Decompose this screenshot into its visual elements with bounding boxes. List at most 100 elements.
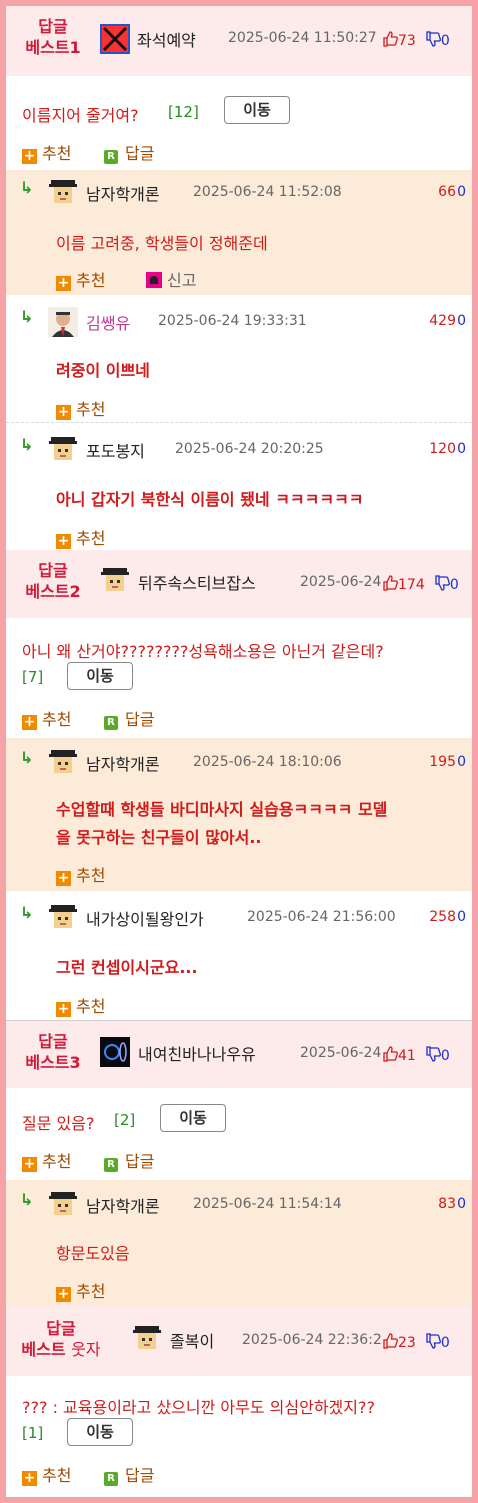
report-label: 신고 [167, 271, 197, 290]
nickname[interactable]: 뒤주속스티브잡스 [138, 570, 256, 594]
recommend-label: 추천 [76, 1282, 106, 1301]
downvote-count: 0 [449, 577, 459, 593]
student-avatar-icon [49, 437, 77, 460]
downvote-count: 0 [457, 313, 466, 329]
thumbs-down-icon[interactable] [425, 1333, 441, 1349]
move-button[interactable]: 이동 [160, 1104, 226, 1132]
reply-button[interactable]: R 답글 [104, 1462, 154, 1486]
downvote-count: 0 [440, 33, 450, 49]
best-comment-body: 질문 있음? [2] 이동 + 추천 R 답글 [6, 1088, 472, 1180]
student-avatar-icon [49, 1192, 77, 1215]
reply-button[interactable]: R 답글 [104, 140, 154, 164]
recommend-button[interactable]: + 추천 [56, 267, 105, 291]
recommend-button[interactable]: + 추천 [22, 1148, 71, 1172]
recommend-button[interactable]: + 추천 [56, 862, 105, 886]
thumbs-up-icon[interactable] [382, 575, 398, 591]
avatar[interactable] [100, 24, 130, 54]
avatar[interactable] [132, 1324, 162, 1354]
avatar[interactable] [100, 1037, 130, 1067]
plus-icon: + [56, 404, 71, 420]
reply-arrow-icon: ↳ [20, 178, 34, 197]
downvote-count: 0 [440, 1048, 450, 1064]
recommend-button[interactable]: + 추천 [56, 993, 105, 1017]
reply-arrow-icon: ↳ [20, 1190, 34, 1209]
comment-text: 이름 고려중, 학생들이 정해준데 [56, 234, 268, 253]
timestamp: 2025-06-24 11:52:08 [193, 184, 342, 200]
avatar[interactable] [48, 1190, 78, 1220]
upvote-count: 73 [398, 33, 416, 49]
comment-text: 이름지어 줄거여? [22, 106, 139, 125]
nickname[interactable]: 남자학개론 [86, 751, 160, 775]
upvote-count: 195 [429, 754, 456, 770]
move-button[interactable]: 이동 [224, 96, 290, 124]
vote-box: 73 0 [382, 30, 450, 49]
reply-arrow-icon: ↳ [20, 748, 34, 767]
upvote-count: 258 [429, 909, 456, 925]
upvote-count: 23 [398, 1335, 416, 1351]
nickname[interactable]: 남자학개론 [86, 181, 160, 205]
recommend-label: 추천 [76, 400, 106, 419]
nickname[interactable]: 졸복이 [170, 1328, 214, 1352]
avatar[interactable] [48, 748, 78, 778]
reply-arrow-icon: ↳ [20, 903, 34, 922]
recommend-button[interactable]: + 추천 [56, 525, 105, 549]
move-button[interactable]: 이동 [67, 1418, 133, 1446]
report-button[interactable]: 신고 [146, 267, 196, 291]
avatar[interactable] [100, 566, 130, 596]
dark-avatar-icon [104, 1042, 127, 1062]
nickname[interactable]: 내여친바나나우유 [138, 1041, 256, 1065]
recommend-label: 추천 [76, 997, 106, 1016]
thumbs-up-icon[interactable] [382, 1046, 398, 1062]
thumbs-up-icon[interactable] [382, 1333, 398, 1349]
downvote-count: 0 [457, 184, 466, 200]
reply-comment: ↳ 남자학개론 2025-06-24 18:10:06 195 0 수업할때 학… [6, 738, 472, 891]
thumbs-up-icon[interactable] [382, 31, 398, 47]
plus-icon: + [56, 275, 71, 291]
best-comment-header: 답글 베스트2 뒤주속스티브잡스 2025-06-24 13:24:51 174 … [6, 550, 472, 618]
nickname[interactable]: 좌석예약 [137, 27, 196, 51]
recommend-button[interactable]: + 추천 [22, 706, 71, 730]
plus-icon: + [56, 870, 71, 886]
recommend-button[interactable]: + 추천 [56, 396, 105, 420]
best-comment-body: 아니 왜 산거야????????성욕해소용은 아닌거 같은데? [7] 이동 +… [6, 618, 472, 738]
reply-arrow-icon: ↳ [20, 435, 34, 454]
comment-text: 아니 갑자기 북한식 이름이 됐네 ㅋㅋㅋㅋㅋㅋ [56, 490, 364, 509]
comment-text-line2: 을 못구하는 친구들이 많아서.. [56, 828, 262, 847]
thumbs-down-icon[interactable] [425, 1046, 441, 1062]
downvote-count: 0 [457, 1196, 466, 1212]
timestamp: 2025-06-24 11:54:14 [193, 1196, 342, 1212]
r-icon: R [104, 150, 118, 164]
avatar[interactable] [48, 903, 78, 933]
avatar[interactable] [48, 178, 78, 208]
nickname[interactable]: 김쌩유 [86, 310, 130, 334]
recommend-label: 추천 [42, 1152, 72, 1171]
thumbs-down-icon[interactable] [434, 575, 450, 591]
recommend-label: 추천 [76, 866, 106, 885]
upvote-count: 429 [429, 313, 456, 329]
r-icon: R [104, 1158, 118, 1172]
person-avatar-icon [48, 307, 78, 337]
recommend-button[interactable]: + 추천 [22, 140, 71, 164]
recommend-button[interactable]: + 추천 [56, 1278, 105, 1302]
plus-icon: + [22, 714, 37, 730]
comment-text: 그런 컨셉이시군요... [56, 958, 198, 977]
nickname[interactable]: 남자학개론 [86, 1193, 160, 1217]
nickname[interactable]: 포도봉지 [86, 438, 145, 462]
best-comment-header: 답글 베스트3 내여친바나나우유 2025-06-24 14:51:05 41 0 [6, 1020, 472, 1088]
nickname[interactable]: 내가상이될왕인가 [86, 906, 204, 930]
reply-label: 답글 [125, 1466, 155, 1485]
avatar[interactable] [48, 307, 78, 337]
recommend-button[interactable]: + 추천 [22, 1462, 71, 1486]
plus-icon: + [56, 1286, 71, 1302]
recommend-label: 추천 [76, 529, 106, 548]
vote-box: 174 0 [382, 574, 459, 593]
reply-button[interactable]: R 답글 [104, 706, 154, 730]
timestamp: 2025-06-24 18:10:06 [193, 754, 342, 770]
downvote-count: 0 [457, 441, 466, 457]
avatar[interactable] [48, 435, 78, 465]
move-button[interactable]: 이동 [67, 662, 133, 690]
reply-button[interactable]: R 답글 [104, 1148, 154, 1172]
r-icon: R [104, 716, 118, 730]
thumbs-down-icon[interactable] [425, 31, 441, 47]
r-icon: R [104, 1472, 118, 1486]
